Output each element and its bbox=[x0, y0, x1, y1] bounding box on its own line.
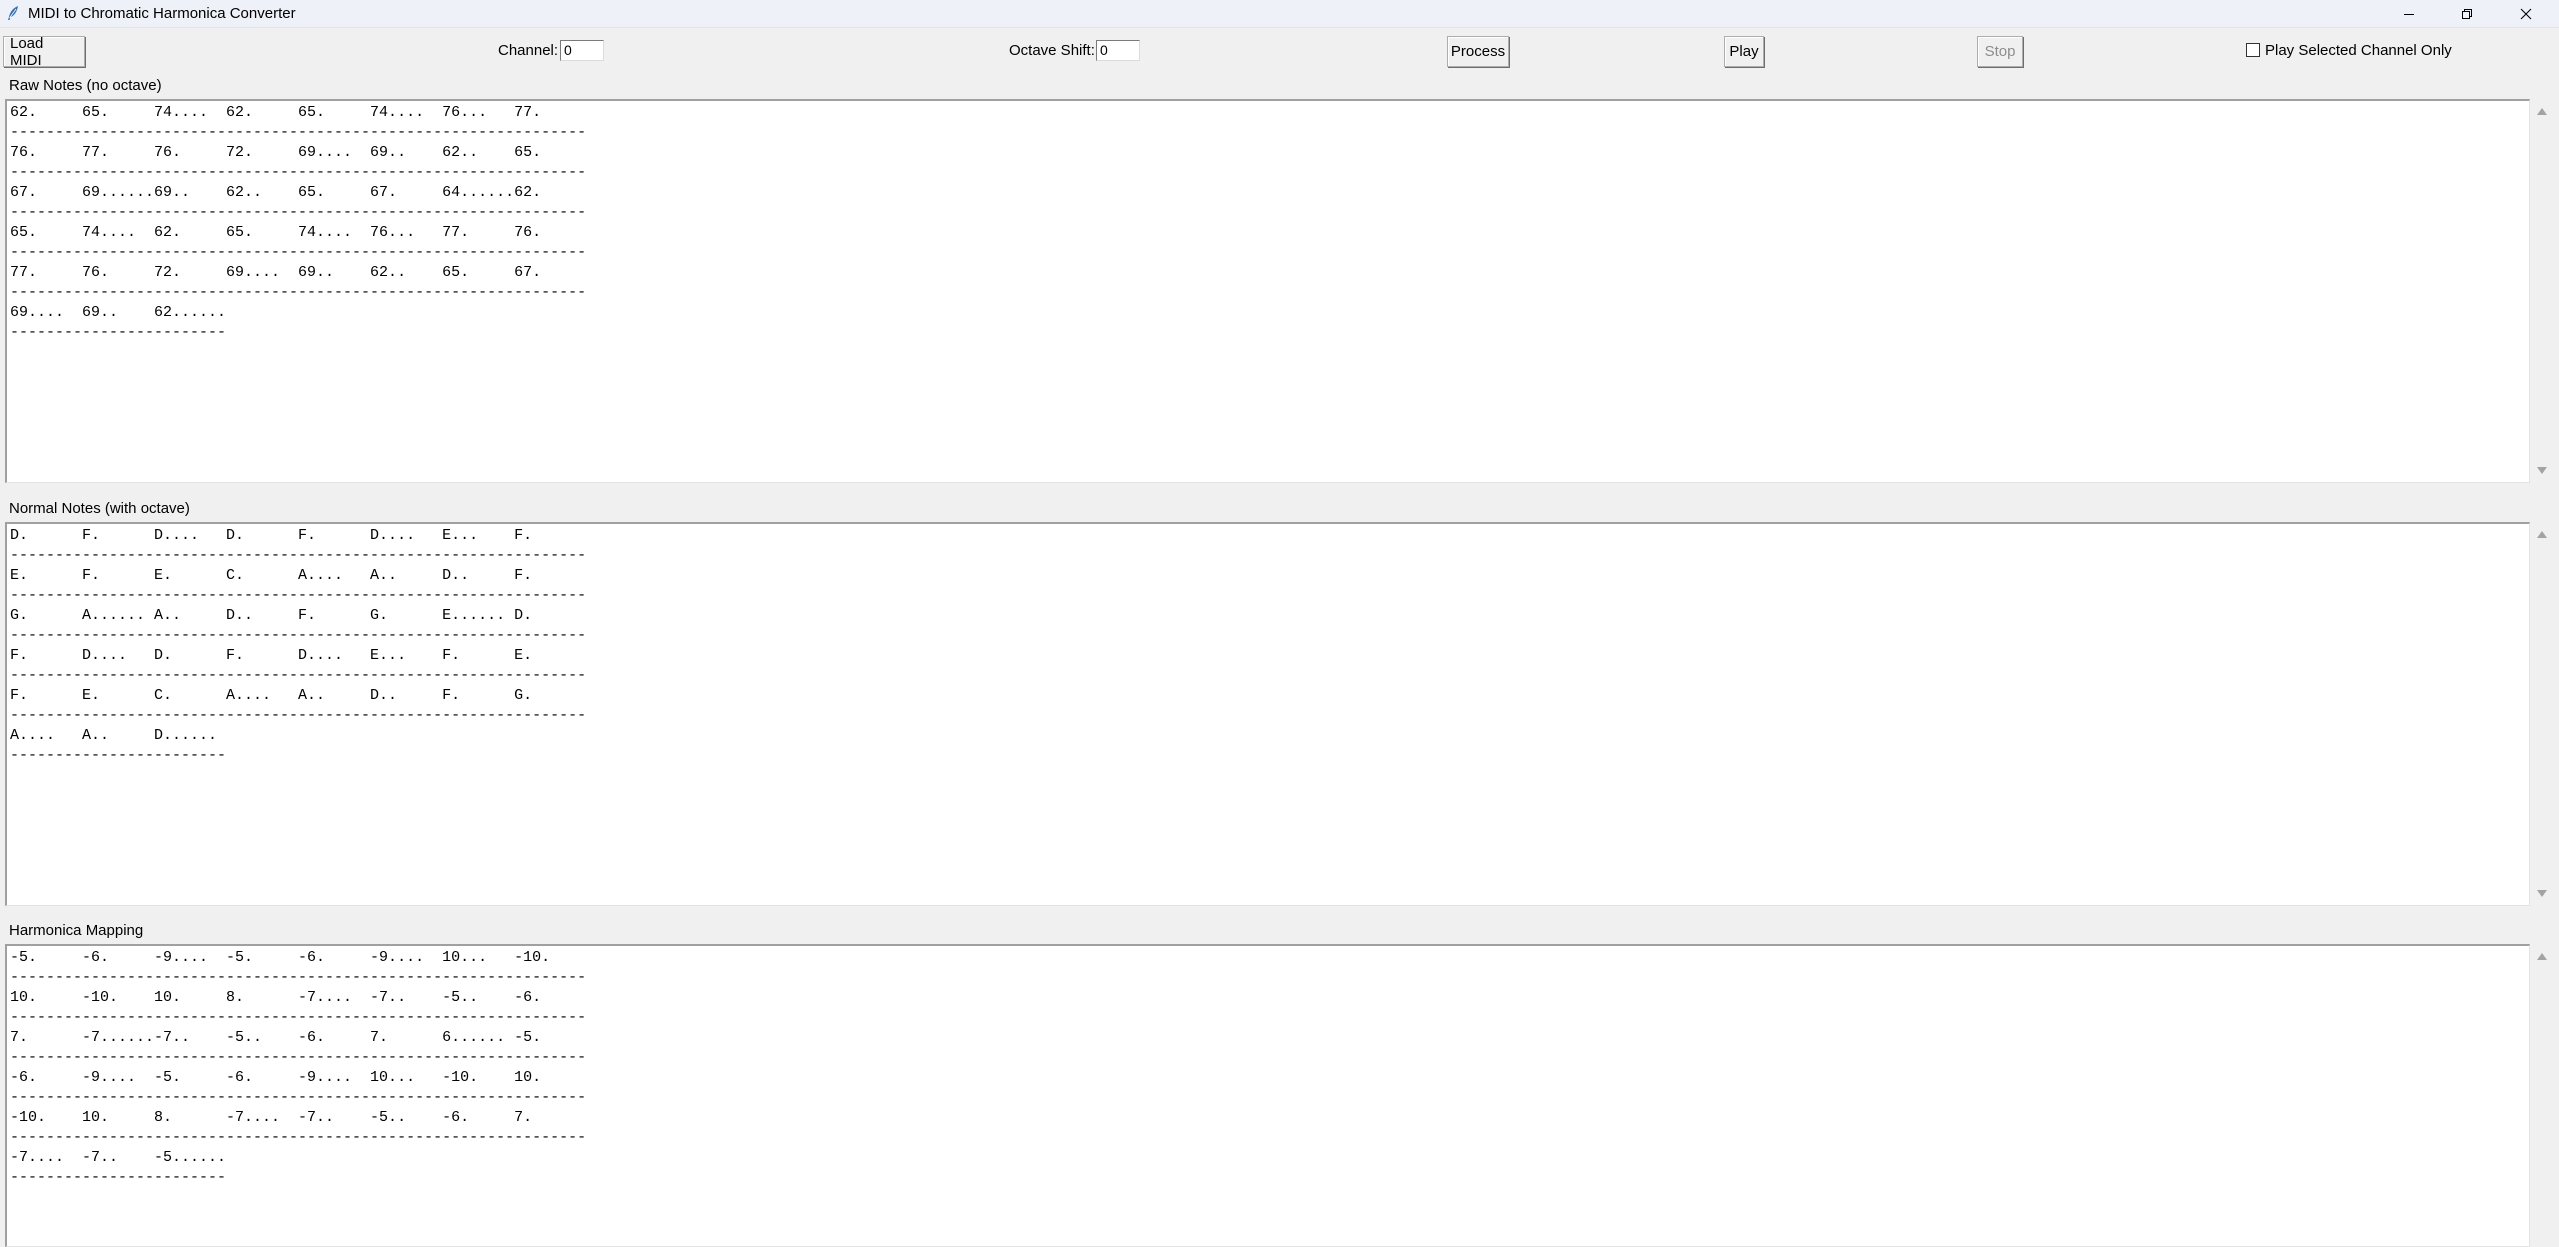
close-button[interactable] bbox=[2497, 0, 2555, 27]
restore-icon bbox=[2462, 8, 2472, 19]
harmonica-mapping-content: -5. -6. -9.... -5. -6. -9.... 10... -10.… bbox=[10, 949, 587, 1186]
scroll-down-icon[interactable] bbox=[2537, 467, 2547, 474]
play-button[interactable]: Play bbox=[1724, 36, 1764, 67]
stop-button[interactable]: Stop bbox=[1977, 36, 2023, 67]
normal-notes-scrollbar[interactable] bbox=[2530, 522, 2554, 906]
harmonica-mapping-scrollbar[interactable] bbox=[2530, 944, 2554, 1247]
load-midi-button[interactable]: Load MIDI bbox=[3, 35, 85, 69]
raw-notes-textbox[interactable]: 62. 65. 74.... 62. 65. 74.... 76... 77. … bbox=[5, 99, 2530, 483]
minimize-button[interactable] bbox=[2380, 0, 2438, 27]
raw-notes-scrollbar[interactable] bbox=[2530, 99, 2554, 483]
normal-notes-content: D. F. D.... D. F. D.... E... F. --------… bbox=[10, 527, 587, 764]
window-title: MIDI to Chromatic Harmonica Converter bbox=[28, 5, 296, 22]
feather-icon bbox=[8, 6, 18, 20]
scroll-up-icon[interactable] bbox=[2537, 531, 2547, 538]
normal-notes-textbox[interactable]: D. F. D.... D. F. D.... E... F. --------… bbox=[5, 522, 2530, 906]
normal-notes-title: Normal Notes (with octave) bbox=[9, 500, 190, 517]
channel-label: Channel: bbox=[498, 42, 559, 59]
title-bar: MIDI to Chromatic Harmonica Converter bbox=[0, 0, 2559, 28]
raw-notes-title: Raw Notes (no octave) bbox=[9, 77, 162, 94]
minimize-icon bbox=[2404, 13, 2414, 15]
toolbar: Load MIDI Channel: 0 Octave Shift: 0 Pro… bbox=[0, 27, 2559, 75]
channel-input[interactable]: 0 bbox=[560, 40, 604, 61]
harmonica-mapping-title: Harmonica Mapping bbox=[9, 922, 144, 939]
play-selected-checkbox[interactable] bbox=[2246, 43, 2260, 57]
play-selected-label[interactable]: Play Selected Channel Only bbox=[2265, 42, 2452, 59]
restore-button[interactable] bbox=[2438, 0, 2496, 27]
process-button[interactable]: Process bbox=[1447, 36, 1509, 67]
octave-shift-label: Octave Shift: bbox=[1009, 42, 1095, 59]
harmonica-mapping-textbox[interactable]: -5. -6. -9.... -5. -6. -9.... 10... -10.… bbox=[5, 944, 2530, 1247]
scroll-up-icon[interactable] bbox=[2537, 953, 2547, 960]
scroll-down-icon[interactable] bbox=[2537, 890, 2547, 897]
octave-shift-input[interactable]: 0 bbox=[1096, 40, 1140, 61]
scroll-up-icon[interactable] bbox=[2537, 108, 2547, 115]
raw-notes-content: 62. 65. 74.... 62. 65. 74.... 76... 77. … bbox=[10, 104, 587, 341]
close-icon bbox=[2520, 8, 2532, 19]
